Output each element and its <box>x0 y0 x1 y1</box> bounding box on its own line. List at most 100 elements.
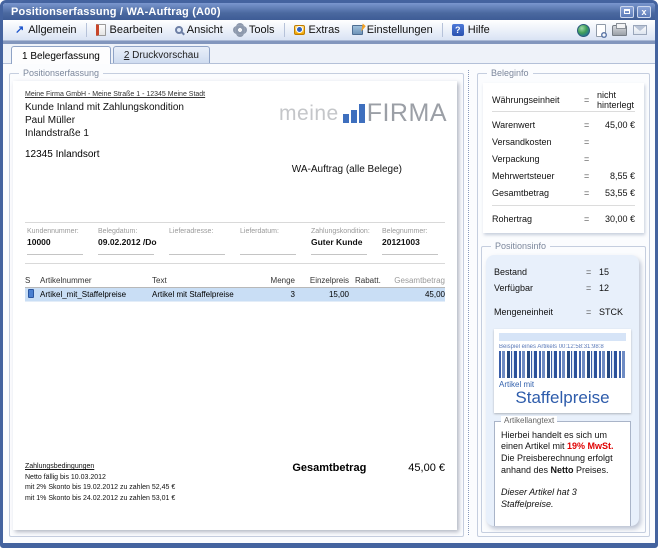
menu-tools[interactable]: Tools <box>229 22 281 38</box>
langtext-paragraph: Die Preisberechnung erfolgt anhand des N… <box>501 453 624 476</box>
globe-icon[interactable] <box>577 24 590 37</box>
panel-splitter[interactable] <box>468 70 477 535</box>
info-value: nicht hinterlegt <box>597 90 635 110</box>
info-label: Verpackung <box>492 154 584 164</box>
cell-menge: 3 <box>257 290 295 299</box>
menu-ansicht[interactable]: Ansicht <box>169 22 229 38</box>
info-row-mehrwertsteuer: Mehrwertsteuer = 8,55 € <box>492 167 635 184</box>
article-image-caption: Beispiel eines Artikels 00:12:58:31:98:8 <box>499 344 626 350</box>
equals-sign: = <box>584 171 597 181</box>
document-report-icon[interactable] <box>596 24 606 37</box>
info-value: 53,55 € <box>597 188 635 198</box>
langtext-italic-line: Dieser Artikel hat 3 Staffelpreise. <box>501 487 624 510</box>
field-lieferdatum[interactable]: Lieferdatum: <box>240 228 301 255</box>
field-underline <box>169 254 225 255</box>
equals-sign: = <box>586 267 599 277</box>
image-header-strip <box>499 333 626 341</box>
document-total: Gesamtbetrag 45,00 € <box>292 462 445 474</box>
field-underline <box>98 254 154 255</box>
menu-label: Ansicht <box>187 24 223 36</box>
field-belegdatum[interactable]: Belegdatum: 09.02.2012 /Do <box>98 228 159 255</box>
content-area: Positionserfassung Meine Firma GmbH - Me… <box>3 64 655 543</box>
info-label: Warenwert <box>492 120 584 130</box>
divider <box>492 111 635 112</box>
magnifier-icon <box>175 26 183 34</box>
edit-icon <box>96 24 106 36</box>
positions-table: S Artikelnummer Text Menge Einzelpreis R… <box>25 276 445 302</box>
equals-sign: = <box>584 120 597 130</box>
field-label: Lieferdatum: <box>240 228 301 235</box>
menu-label: Tools <box>249 24 275 36</box>
equals-sign: = <box>586 283 599 293</box>
menu-label: Extras <box>309 24 340 36</box>
equals-sign: = <box>584 154 597 164</box>
artikellangtext-box: Artikellangtext Hierbei handelt es sich … <box>494 421 631 526</box>
col-artikelnummer: Artikelnummer <box>40 276 152 285</box>
field-zahlungskondition[interactable]: Zahlungskondition: Guter Kunde <box>311 228 372 255</box>
group-label: Positionserfassung <box>19 68 103 78</box>
menubar: ↗ Allgemein Bearbeiten Ansicht Tools Ext… <box>3 20 655 41</box>
info-label: Mengeneinheit <box>494 307 586 317</box>
info-row-warenwert: Warenwert = 45,00 € <box>492 116 635 133</box>
document-preview: Meine Firma GmbH - Meine Straße 1 - 1234… <box>13 81 457 530</box>
menu-allgemein[interactable]: ↗ Allgemein <box>9 22 83 38</box>
positionsinfo-card: Bestand = 15 Verfügbar = 12 Mengeneinhei… <box>486 255 639 526</box>
col-einzelpreis: Einzelpreis <box>295 276 349 285</box>
menu-separator <box>86 23 87 37</box>
info-value: 8,55 € <box>597 171 635 181</box>
menu-einstellungen[interactable]: Einstellungen <box>346 22 439 38</box>
cell-gesamtbetrag: 45,00 <box>389 290 445 299</box>
titlebar[interactable]: Positionserfassung / WA-Auftrag (A00) x <box>3 3 655 20</box>
article-image: Beispiel eines Artikels 00:12:58:31:98:8… <box>494 329 631 413</box>
tab-label: Druckvorschau <box>129 50 198 61</box>
total-label: Gesamtbetrag <box>292 462 366 474</box>
info-label: Währungseinheit <box>492 95 584 105</box>
field-value <box>240 237 301 248</box>
extras-icon <box>294 25 305 35</box>
tab-belegerfassung[interactable]: 1 Belegerfassung <box>11 46 111 64</box>
restore-button[interactable] <box>620 6 634 18</box>
document-footer: Zahlungsbedingungen Netto fällig bis 10.… <box>25 462 445 504</box>
tabstrip: 1 Belegerfassung 2 Druckvorschau <box>3 44 655 64</box>
tab-druckvorschau[interactable]: 2 Druckvorschau <box>113 46 210 63</box>
equals-sign: = <box>584 188 597 198</box>
field-value <box>169 237 230 248</box>
app-window: Positionserfassung / WA-Auftrag (A00) x … <box>0 0 658 548</box>
document-type: WA-Auftrag (alle Belege) <box>292 164 402 175</box>
field-value: 10000 <box>27 237 88 248</box>
field-value: 09.02.2012 /Do <box>98 237 159 248</box>
group-label: Beleginfo <box>487 68 533 78</box>
payment-terms-line: mit 2% Skonto bis 19.02.2012 zu zahlen 5… <box>25 483 175 494</box>
menu-bearbeiten[interactable]: Bearbeiten <box>90 22 169 38</box>
divider <box>492 205 635 206</box>
company-logo: meine FIRMA <box>279 103 447 124</box>
field-label: Lieferadresse: <box>169 228 230 235</box>
info-value: 45,00 € <box>597 120 635 130</box>
info-row-verpackung: Verpackung = <box>492 150 635 167</box>
artikellangtext-label: Artikellangtext <box>501 416 557 426</box>
equals-sign: = <box>584 95 597 105</box>
cell-text: Artikel mit Staffelpreise <box>152 290 257 299</box>
field-value: Guter Kunde <box>311 237 372 248</box>
close-button[interactable]: x <box>637 6 651 18</box>
table-row[interactable]: Artikel_mit_Staffelpreise Artikel mit St… <box>25 288 445 302</box>
info-label: Versandkosten <box>492 137 584 147</box>
field-kundennummer[interactable]: Kundennummer: 10000 <box>27 228 88 255</box>
info-label: Bestand <box>494 267 586 277</box>
langtext-segment: Preises. <box>574 465 609 475</box>
positionserfassung-group: Positionserfassung Meine Firma GmbH - Me… <box>9 68 464 537</box>
info-row-rohertrag: Rohertrag = 30,00 € <box>492 210 635 227</box>
info-row-mengeneinheit: Mengeneinheit = STCK <box>494 304 631 320</box>
bar-chart-icon <box>343 104 365 123</box>
field-lieferadresse[interactable]: Lieferadresse: <box>169 228 230 255</box>
field-belegnummer[interactable]: Belegnummer: 20121003 <box>382 228 443 255</box>
info-label: Mehrwertsteuer <box>492 171 584 181</box>
menu-hilfe[interactable]: ? Hilfe <box>446 22 496 38</box>
group-label: Positionsinfo <box>491 241 550 251</box>
info-value: 12 <box>599 283 631 293</box>
beleginfo-card: Währungseinheit = nicht hinterlegt Waren… <box>483 83 644 233</box>
mail-icon[interactable] <box>633 25 647 35</box>
printer-icon[interactable] <box>612 25 627 36</box>
menu-extras[interactable]: Extras <box>288 22 346 38</box>
address-line: Inlandstraße 1 <box>25 127 445 140</box>
